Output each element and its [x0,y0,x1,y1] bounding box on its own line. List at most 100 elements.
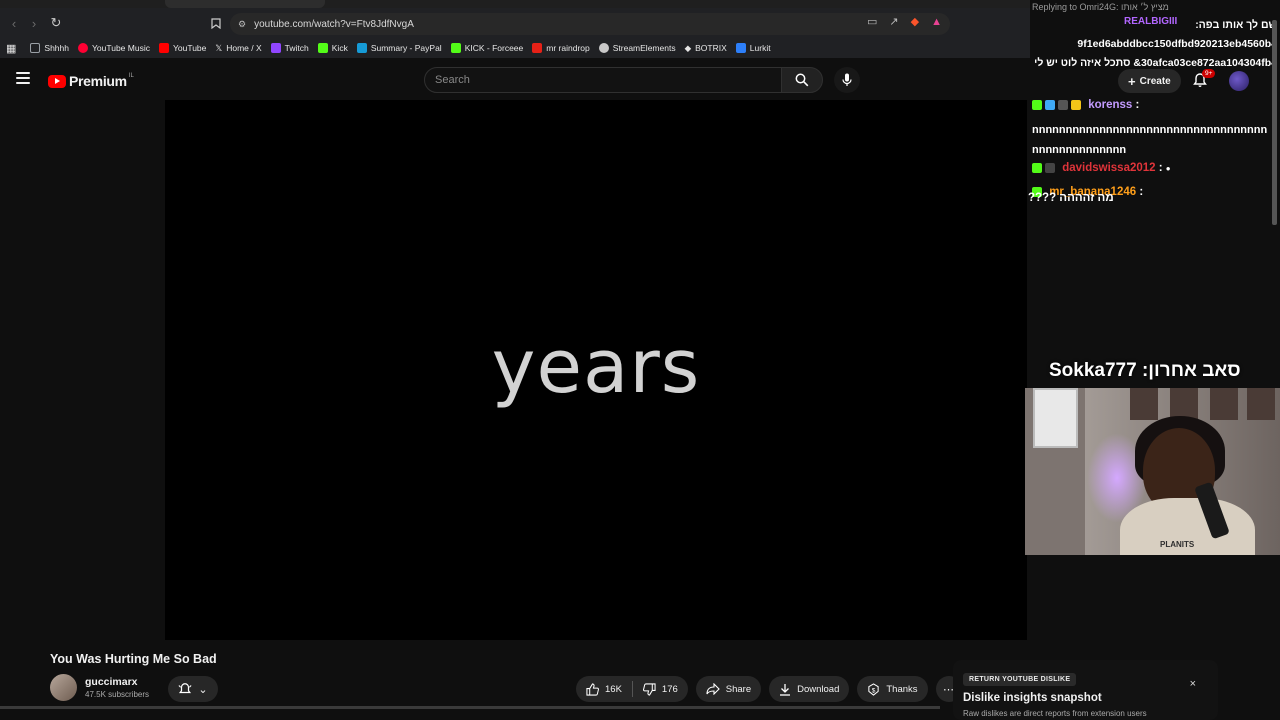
search-input[interactable] [435,74,781,86]
account-avatar[interactable] [1229,71,1249,91]
video-frame-text: years [491,324,701,410]
bookmark-label: StreamElements [612,43,676,53]
bookmark-item[interactable]: mr raindrop [532,43,590,53]
thanks-icon: $ [868,682,880,696]
emote-icon: ● [1165,164,1171,173]
channel-name[interactable]: guccimarx [85,676,149,688]
channel-info: guccimarx 47.5K subscribers [50,674,149,701]
thanks-button[interactable]: $ Thanks [857,676,928,702]
chevron-down-icon: ⌄ [198,683,208,696]
bookmark-item[interactable]: StreamElements [598,43,676,53]
youtube-icon [532,43,543,53]
like-button[interactable]: 16K [576,676,632,702]
botrix-icon: ◆ [684,42,692,53]
badge-icon [1058,99,1068,110]
youtube-play-icon [48,74,66,88]
browser-tab-active[interactable] [165,0,325,8]
bookmark-label: Kick [331,43,348,53]
bookmark-label: Summary - PayPal [370,43,442,53]
bell-icon [178,683,192,694]
chat-username[interactable]: korenss [1088,99,1132,111]
paypal-icon [356,43,367,53]
kick-badge-icon [1032,162,1042,173]
download-button[interactable]: Download [769,676,850,702]
chat-username[interactable]: REALBIGIII [1124,16,1177,27]
webcam-feed: PLANITS [1025,388,1280,555]
back-icon[interactable]: ‹ [4,13,24,33]
brave-shield-icon[interactable]: ◆ [911,15,919,28]
bookmark-star-icon[interactable] [206,13,226,33]
subscription-bell-button[interactable]: ⌄ [168,676,218,702]
address-bar[interactable]: ⚙ youtube.com/watch?v=Ftv8JdfNvgA ▭ ↗ ◆ … [230,13,950,35]
bookmark-item[interactable]: Twitch [270,43,309,53]
webcam-poster [1247,388,1275,420]
webcam-poster [1130,388,1158,420]
chat-text: nnnnnnnnnnnnnnnnnnnnnnnnnnnnnnnnnnnnnnnn… [1032,124,1268,156]
youtube-header: Premium IL [0,58,1030,100]
bookmark-label: BOTRIX [695,43,727,53]
brave-rewards-icon[interactable]: ▲ [931,16,942,28]
channel-avatar[interactable] [50,674,77,701]
card-badge: RETURN YOUTUBE DISLIKE [963,673,1077,686]
webcam-poster [1210,388,1238,420]
site-info-icon[interactable]: ⚙ [238,19,246,30]
bookmark-item[interactable]: Summary - PayPal [356,43,442,53]
bookmark-item[interactable]: YouTube Music [78,43,150,53]
bookmark-item[interactable]: Lurkit [735,43,771,53]
chat-badges [1032,99,1081,110]
bookmark-label: Lurkit [749,43,771,53]
bookmark-item[interactable]: Shhhh [30,43,69,53]
youtube-music-icon [78,43,88,53]
youtube-icon [158,43,169,53]
video-player[interactable]: years [165,100,1027,640]
plus-icon: + [1128,73,1136,89]
browser-toolbar: ‹ › ↻ ⚙ youtube.com/watch?v=Ftv8JdfNvgA … [0,8,1030,38]
voice-search-button[interactable] [834,67,860,93]
reload-icon[interactable]: ↻ [46,13,66,33]
youtube-logo[interactable]: Premium IL [48,73,134,89]
create-label: Create [1139,75,1171,87]
kick-icon [450,43,461,53]
dislike-count: 176 [661,683,678,695]
download-icon [780,683,791,696]
bookmark-item[interactable]: KICK - Forceee [450,43,524,53]
notifications-button[interactable]: 9+ [1192,69,1216,92]
thumbs-down-icon [642,682,656,696]
bookmark-label: Shhhh [44,43,69,53]
latest-sub-alert: סאב אחרון: Sokka777 [1049,360,1241,381]
x-icon: 𝕏 [215,42,223,53]
left-gutter [0,100,165,640]
bookmark-item[interactable]: 𝕏 Home / X [215,43,261,54]
download-label: Download [797,683,840,695]
chat-message: korenss : [1032,99,1139,111]
chat-text: מה זהההה ???? [1028,192,1114,204]
chat-reply-header: Replying to Omri24G: מציץ ל׳ אותו [1032,2,1169,12]
bookmark-item[interactable]: Kick [317,43,348,53]
folder-icon [30,43,41,53]
dislike-button[interactable]: 176 [633,676,688,702]
cast-icon[interactable]: ▭ [867,15,877,28]
bookmark-label: KICK - Forceee [464,43,524,53]
menu-icon[interactable] [16,72,30,84]
logo-text: Premium [69,73,127,89]
share-button[interactable]: Share [695,676,762,702]
browser-tab-strip [0,0,1030,8]
webcam-window [1033,388,1078,448]
svg-text:$: $ [872,687,876,694]
thanks-label: Thanks [886,683,918,695]
share-page-icon[interactable]: ↗ [889,15,898,28]
subscriber-count: 47.5K subscribers [85,690,150,699]
share-label: Share [725,683,752,695]
chat-username[interactable]: davidswissa2012 [1062,162,1155,174]
diamond-badge-icon [1045,99,1055,110]
bookmark-item[interactable]: ◆ BOTRIX [685,43,727,54]
lurkit-icon [735,43,746,53]
chat-scrollbar[interactable] [1272,20,1277,225]
dislike-insights-card: RETURN YOUTUBE DISLIKE Dislike insights … [953,660,1218,720]
search-button[interactable] [781,67,823,93]
forward-icon[interactable]: › [24,13,44,33]
kick-icon [317,43,328,53]
close-icon[interactable]: × [1190,678,1196,690]
apps-icon[interactable]: ▦ [6,42,16,55]
bookmark-item[interactable]: YouTube [158,43,206,53]
